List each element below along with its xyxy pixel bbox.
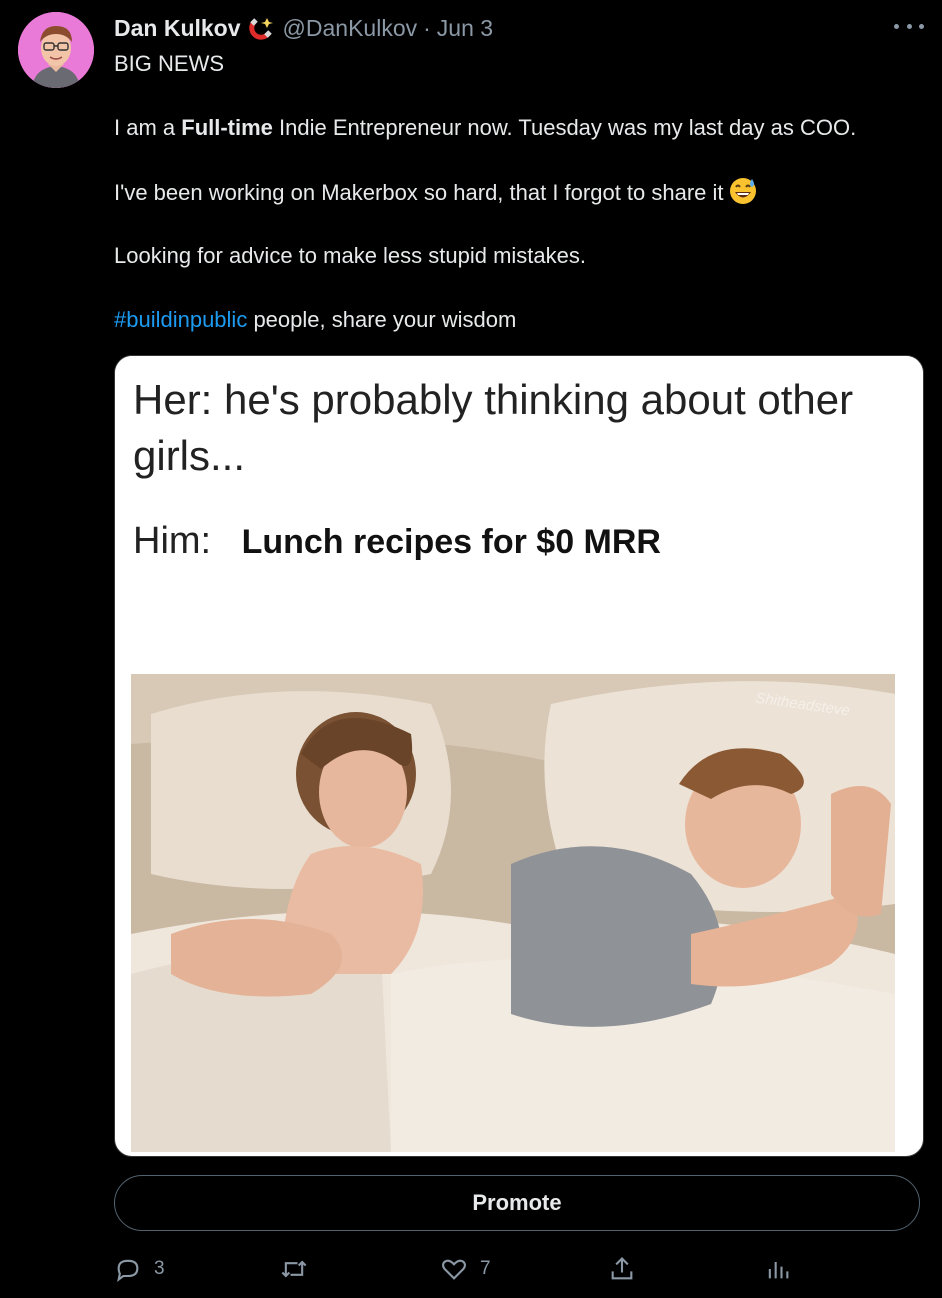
share-button[interactable]	[608, 1252, 648, 1286]
tweet-line-advice: Looking for advice to make less stupid m…	[114, 243, 587, 268]
action-bar: 3 7	[114, 1252, 814, 1286]
tweet-media-image[interactable]: Her: he's probably thinking about other …	[114, 355, 924, 1157]
tweet-line-fulltime: I am a Full-time Indie Entrepreneur now.…	[114, 115, 857, 140]
analytics-icon	[768, 1262, 789, 1279]
tweet-date[interactable]: Jun 3	[437, 15, 493, 42]
grinning-sweat-emoji-icon	[728, 176, 758, 206]
meme-him-text: Lunch recipes for $0 MRR	[241, 523, 661, 561]
share-icon	[611, 1257, 633, 1280]
analytics-button[interactable]	[764, 1252, 804, 1286]
more-options-icon[interactable]	[894, 16, 924, 36]
promote-button[interactable]: Promote	[114, 1175, 920, 1231]
retweet-icon	[281, 1260, 307, 1278]
tweet[interactable]: Dan Kulkov @DanKulkov · Jun 3 BIG NEWS I…	[0, 0, 942, 1298]
separator-dot: ·	[423, 14, 431, 41]
like-button[interactable]: 7	[440, 1252, 491, 1286]
reply-icon	[117, 1259, 139, 1282]
tweet-header: Dan Kulkov @DanKulkov · Jun 3	[114, 14, 493, 42]
meme-photo	[131, 674, 895, 1152]
reply-button[interactable]: 3	[114, 1252, 165, 1286]
reply-count: 3	[154, 1258, 165, 1279]
avatar[interactable]	[18, 12, 94, 88]
meme-her-text: Her: he's probably thinking about other …	[133, 376, 854, 479]
tweet-line-big-news: BIG NEWS	[114, 51, 225, 76]
meme-him-label: Him:	[133, 520, 212, 562]
tweet-line-hashtag: #buildinpublic people, share your wisdom	[114, 307, 517, 332]
author-name[interactable]: Dan Kulkov	[114, 15, 241, 42]
like-count: 7	[480, 1258, 491, 1279]
tweet-line-makerbox: I've been working on Makerbox so hard, t…	[114, 176, 758, 209]
heart-icon	[442, 1259, 466, 1280]
author-handle[interactable]: @DanKulkov	[283, 15, 418, 42]
meme-him-row: Him: Lunch recipes for $0 MRR	[133, 520, 661, 563]
meme-caption: Her: he's probably thinking about other …	[115, 356, 923, 666]
hashtag-link[interactable]: #buildinpublic	[114, 307, 247, 332]
magnet-icon	[248, 15, 275, 41]
retweet-button[interactable]	[280, 1252, 320, 1286]
